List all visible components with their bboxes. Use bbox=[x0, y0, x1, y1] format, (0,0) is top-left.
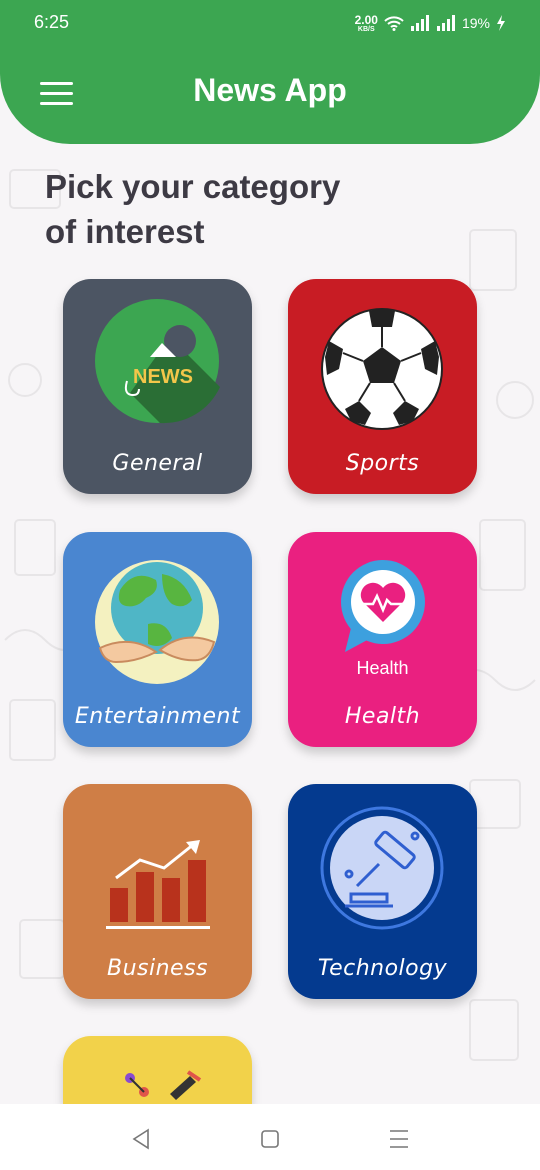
bar-chart-growth-icon bbox=[106, 840, 210, 929]
category-label: Business bbox=[106, 956, 208, 981]
network-speed-value: 2.00 bbox=[354, 12, 378, 27]
signal-icon bbox=[410, 15, 429, 31]
network-speed: 2.00 KB/S bbox=[355, 14, 378, 33]
page-title: Pick your category of interest bbox=[45, 164, 405, 254]
status-icons: 2.00 KB/S 19% bbox=[355, 10, 506, 36]
category-label: Health bbox=[344, 704, 421, 729]
science-icon bbox=[125, 1070, 202, 1100]
category-label: Technology bbox=[317, 956, 448, 981]
svg-text:NEWS: NEWS bbox=[133, 366, 193, 388]
category-label: Entertainment bbox=[74, 704, 241, 729]
category-card-technology[interactable]: Technology bbox=[288, 784, 477, 999]
page-title-line2: of interest bbox=[45, 213, 205, 250]
news-icon: NEWS bbox=[95, 299, 220, 424]
category-card-business[interactable]: Business bbox=[63, 784, 252, 999]
soccer-ball-icon bbox=[321, 308, 443, 430]
globe-in-hands-icon bbox=[95, 560, 219, 684]
gavel-icon bbox=[320, 806, 444, 930]
battery-level: 19% bbox=[461, 15, 490, 31]
status-bar: 6:25 2.00 KB/S 19% bbox=[0, 0, 540, 48]
page-title-line1: Pick your category bbox=[45, 168, 341, 205]
category-card-general[interactable]: NEWS General bbox=[63, 279, 252, 494]
signal-icon-2 bbox=[436, 15, 455, 31]
system-navigation-bar bbox=[0, 1104, 540, 1170]
category-card-entertainment[interactable]: Entertainment bbox=[63, 532, 252, 747]
category-card-health[interactable]: Health Health bbox=[288, 532, 477, 747]
heart-chat-icon bbox=[341, 560, 425, 652]
category-label: General bbox=[112, 451, 203, 476]
category-card-sports[interactable]: Sports bbox=[288, 279, 477, 494]
status-time: 6:25 bbox=[34, 12, 70, 32]
home-icon[interactable] bbox=[255, 1124, 285, 1154]
category-label: Sports bbox=[345, 451, 420, 476]
health-icon-caption: Health bbox=[356, 658, 409, 678]
back-icon[interactable] bbox=[126, 1124, 156, 1154]
wifi-icon bbox=[384, 16, 404, 31]
recents-icon[interactable] bbox=[384, 1124, 414, 1154]
category-card-partial[interactable] bbox=[63, 1036, 252, 1104]
app-title: News App bbox=[193, 72, 347, 108]
network-speed-unit: KB/S bbox=[357, 25, 375, 33]
charging-icon bbox=[497, 15, 505, 31]
app-header: 6:25 2.00 KB/S 19% News App bbox=[0, 0, 540, 144]
